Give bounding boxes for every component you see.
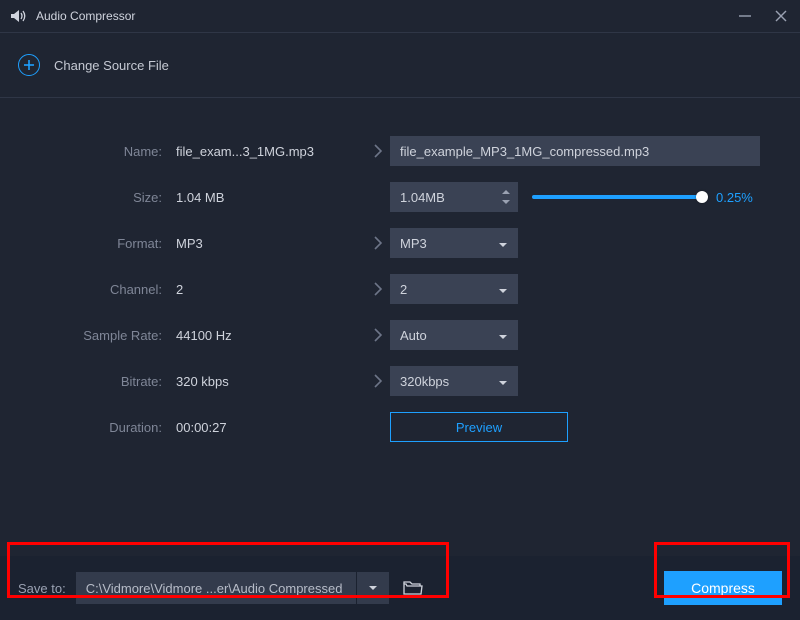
preview-button[interactable]: Preview — [390, 412, 568, 442]
minimize-button[interactable] — [736, 7, 754, 25]
save-path-group: C:\Vidmore\Vidmore ...er\Audio Compresse… — [76, 572, 429, 604]
format-select-value: MP3 — [400, 236, 427, 251]
row-size: Size: 1.04 MB 1.04MB 0.25% — [36, 174, 764, 220]
save-to-label: Save to: — [18, 581, 66, 596]
row-sample-rate: Sample Rate: 44100 Hz Auto — [36, 312, 764, 358]
name-output-input[interactable] — [390, 136, 760, 166]
save-path-text: C:\Vidmore\Vidmore ...er\Audio Compresse… — [86, 581, 343, 596]
preview-label: Preview — [456, 420, 502, 435]
app-icon — [10, 9, 28, 23]
bitrate-select[interactable]: 320kbps — [390, 366, 518, 396]
arrow-icon — [366, 282, 390, 296]
add-source-icon[interactable] — [18, 54, 40, 76]
sample-rate-select[interactable]: Auto — [390, 320, 518, 350]
title-bar: Audio Compressor — [0, 0, 800, 32]
format-select[interactable]: MP3 — [390, 228, 518, 258]
channel-select-value: 2 — [400, 282, 407, 297]
name-label: Name: — [36, 144, 176, 159]
caret-down-icon — [498, 328, 508, 343]
save-path-dropdown[interactable] — [357, 572, 389, 604]
arrow-icon — [366, 328, 390, 342]
sample-rate-current: 44100 Hz — [176, 328, 366, 343]
size-current: 1.04 MB — [176, 190, 366, 205]
channel-current: 2 — [176, 282, 366, 297]
caret-down-icon — [498, 374, 508, 389]
change-source-row: Change Source File — [0, 33, 800, 97]
arrow-icon — [366, 374, 390, 388]
format-current: MP3 — [176, 236, 366, 251]
size-step-up[interactable] — [500, 188, 512, 197]
size-percent: 0.25% — [716, 190, 753, 205]
caret-down-icon — [498, 282, 508, 297]
row-duration: Duration: 00:00:27 Preview — [36, 404, 764, 450]
size-label: Size: — [36, 190, 176, 205]
format-label: Format: — [36, 236, 176, 251]
size-slider-thumb[interactable] — [696, 191, 708, 203]
save-path-display[interactable]: C:\Vidmore\Vidmore ...er\Audio Compresse… — [76, 572, 356, 604]
sample-rate-label: Sample Rate: — [36, 328, 176, 343]
size-slider[interactable] — [532, 195, 702, 199]
bitrate-label: Bitrate: — [36, 374, 176, 389]
bitrate-current: 320 kbps — [176, 374, 366, 389]
duration-label: Duration: — [36, 420, 176, 435]
size-target-value: 1.04MB — [400, 190, 445, 205]
settings-form: Name: file_exam...3_1MG.mp3 Size: 1.04 M… — [0, 98, 800, 450]
arrow-icon — [366, 236, 390, 250]
name-current: file_exam...3_1MG.mp3 — [176, 144, 366, 159]
open-folder-button[interactable] — [397, 572, 429, 604]
size-spinner[interactable]: 1.04MB — [390, 182, 518, 212]
bitrate-select-value: 320kbps — [400, 374, 449, 389]
row-format: Format: MP3 MP3 — [36, 220, 764, 266]
channel-select[interactable]: 2 — [390, 274, 518, 304]
arrow-icon — [366, 144, 390, 158]
close-button[interactable] — [772, 7, 790, 25]
duration-current: 00:00:27 — [176, 420, 366, 435]
row-channel: Channel: 2 2 — [36, 266, 764, 312]
size-step-down[interactable] — [500, 198, 512, 207]
channel-label: Channel: — [36, 282, 176, 297]
compress-button[interactable]: Compress — [664, 571, 782, 605]
caret-down-icon — [498, 236, 508, 251]
row-bitrate: Bitrate: 320 kbps 320kbps — [36, 358, 764, 404]
compress-label: Compress — [691, 580, 755, 596]
app-title: Audio Compressor — [36, 9, 135, 23]
sample-rate-select-value: Auto — [400, 328, 427, 343]
change-source-label[interactable]: Change Source File — [54, 58, 169, 73]
footer-bar: Save to: C:\Vidmore\Vidmore ...er\Audio … — [0, 556, 800, 620]
row-name: Name: file_exam...3_1MG.mp3 — [36, 128, 764, 174]
